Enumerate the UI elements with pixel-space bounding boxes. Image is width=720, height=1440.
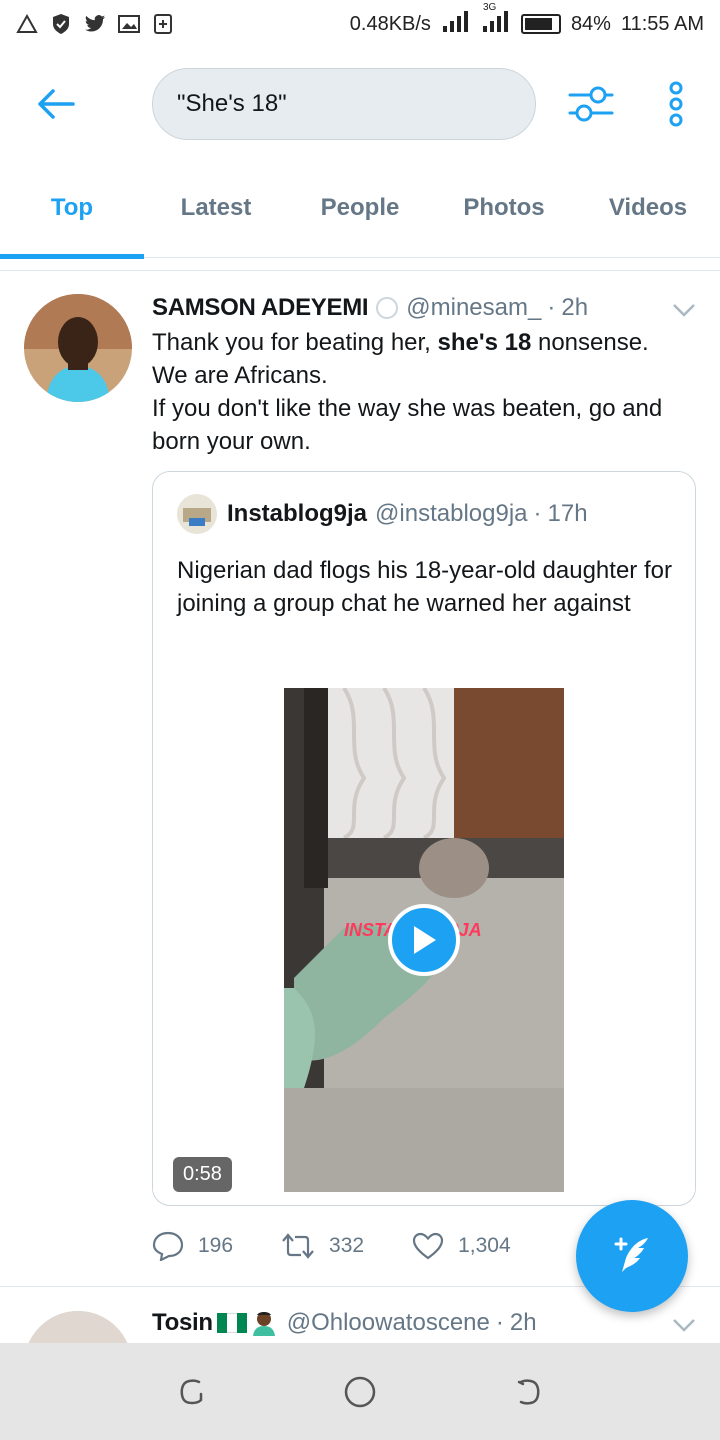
retweet-button[interactable]: 332 bbox=[281, 1232, 364, 1260]
back-button[interactable] bbox=[34, 82, 78, 126]
separator-dot: · bbox=[495, 1309, 504, 1336]
quoted-author-name: Instablog9ja bbox=[227, 500, 368, 527]
status-bar: 0.48KB/s 3G 84% 11:55 AM bbox=[0, 0, 720, 48]
search-tabs: Top Latest People Photos Videos bbox=[0, 158, 720, 259]
tweet-text-line-1: Thank you for beating her, she's 18 nons… bbox=[152, 326, 692, 359]
tweet-text: Thank you for beating her, she's 18 nons… bbox=[152, 326, 692, 458]
more-options-button[interactable] bbox=[654, 78, 698, 130]
twitter-bird-icon bbox=[84, 13, 106, 35]
tweet-menu-button[interactable] bbox=[670, 300, 698, 320]
more-vertical-icon bbox=[669, 81, 683, 127]
tab-videos[interactable]: Videos bbox=[576, 158, 720, 258]
tabs-divider bbox=[0, 270, 720, 271]
clock: 11:55 AM bbox=[620, 12, 704, 35]
quoted-tweet-text: Nigerian dad flogs his 18-year-old daugh… bbox=[177, 557, 672, 617]
video-player[interactable]: INSTABLOG9JA 0:58 bbox=[153, 672, 695, 1192]
quoted-author-handle: @instablog9ja bbox=[375, 500, 528, 527]
highlighted-match: she's 18 bbox=[437, 329, 532, 356]
author-handle[interactable]: @Ohloowatoscene bbox=[287, 1309, 490, 1337]
chevron-down-icon bbox=[673, 304, 695, 317]
play-button[interactable] bbox=[388, 904, 460, 976]
quoted-tweet-time: 17h bbox=[547, 500, 588, 527]
recents-button[interactable] bbox=[171, 1370, 215, 1414]
separator-dot: · bbox=[547, 294, 556, 321]
signal-3g-icon: 3G bbox=[481, 2, 511, 38]
compose-feather-icon bbox=[614, 1237, 648, 1272]
recents-icon bbox=[180, 1378, 203, 1404]
play-icon bbox=[414, 926, 436, 954]
tab-top[interactable]: Top bbox=[0, 158, 144, 259]
reply-count: 196 bbox=[198, 1234, 234, 1257]
quoted-avatar bbox=[177, 494, 217, 534]
tab-photos[interactable]: Photos bbox=[432, 158, 576, 258]
author-handle[interactable]: @minesam_ bbox=[406, 294, 541, 322]
tweet-actions: 196 332 1,304 bbox=[152, 1224, 572, 1268]
compose-tweet-button[interactable] bbox=[576, 1200, 688, 1312]
arrow-left-icon bbox=[38, 89, 75, 119]
text-segment: Thank you for beating her, bbox=[152, 329, 438, 356]
tab-people[interactable]: People bbox=[288, 158, 432, 258]
tweet-text-line-2: We are Africans. bbox=[152, 362, 328, 389]
search-header: "She's 18" bbox=[0, 48, 720, 158]
search-input[interactable]: "She's 18" bbox=[152, 68, 536, 140]
chevron-down-icon bbox=[673, 1319, 695, 1332]
network-type-label: 3G bbox=[482, 2, 497, 13]
signal-icon bbox=[441, 10, 471, 38]
sliders-icon bbox=[568, 86, 614, 122]
heart-icon bbox=[412, 1232, 444, 1260]
like-count: 1,304 bbox=[458, 1234, 511, 1257]
separator-dot: · bbox=[533, 500, 542, 527]
battery-percent: 84% bbox=[570, 12, 611, 35]
circle-badge-icon bbox=[376, 297, 399, 319]
add-box-icon bbox=[152, 13, 174, 35]
tweet-menu-button[interactable] bbox=[670, 1315, 698, 1335]
like-button[interactable]: 1,304 bbox=[412, 1231, 511, 1261]
author-name[interactable]: SAMSON ADEYEMI bbox=[152, 294, 369, 322]
tab-latest[interactable]: Latest bbox=[144, 158, 288, 258]
video-duration: 0:58 bbox=[173, 1157, 232, 1192]
notification-icons bbox=[16, 13, 174, 35]
back-nav-button[interactable] bbox=[505, 1370, 549, 1414]
person-emoji-icon bbox=[251, 1310, 277, 1336]
tweet-header: Tosin @Ohloowatoscene · 2h bbox=[152, 1309, 537, 1337]
image-icon bbox=[118, 13, 140, 35]
tweet[interactable]: SAMSON ADEYEMI @minesam_ · 2h Thank you … bbox=[0, 272, 720, 1286]
battery-icon bbox=[520, 14, 561, 34]
tweet-text-line-3: If you don't like the way she was beaten… bbox=[152, 395, 663, 455]
home-button[interactable] bbox=[338, 1370, 382, 1414]
home-circle-icon bbox=[344, 1376, 376, 1407]
author-name[interactable]: Tosin bbox=[152, 1309, 213, 1337]
shield-icon bbox=[50, 13, 72, 35]
back-nav-icon bbox=[517, 1378, 540, 1405]
search-query: "She's 18" bbox=[177, 90, 287, 117]
reply-button[interactable]: 196 bbox=[152, 1231, 233, 1261]
reply-icon bbox=[152, 1231, 184, 1261]
tweet-time: 2h bbox=[561, 294, 589, 321]
retweet-count: 332 bbox=[329, 1234, 365, 1257]
avatar[interactable] bbox=[24, 1311, 132, 1343]
tweet-time: 2h bbox=[509, 1309, 537, 1336]
avatar[interactable] bbox=[24, 294, 132, 402]
quoted-tweet[interactable]: Instablog9ja @instablog9ja · 17h Nigeria… bbox=[152, 471, 696, 1206]
retweet-icon bbox=[282, 1233, 314, 1259]
tweet-header: SAMSON ADEYEMI @minesam_ · 2h bbox=[152, 294, 672, 322]
warning-icon bbox=[16, 13, 38, 35]
system-navigation-bar bbox=[0, 1343, 720, 1440]
text-segment: nonsense. bbox=[531, 329, 649, 356]
search-filter-button[interactable] bbox=[566, 80, 618, 128]
quoted-tweet-header: Instablog9ja @instablog9ja · 17h bbox=[177, 494, 588, 534]
network-speed: 0.48KB/s bbox=[349, 12, 431, 35]
nigeria-flag-icon bbox=[216, 1313, 247, 1333]
